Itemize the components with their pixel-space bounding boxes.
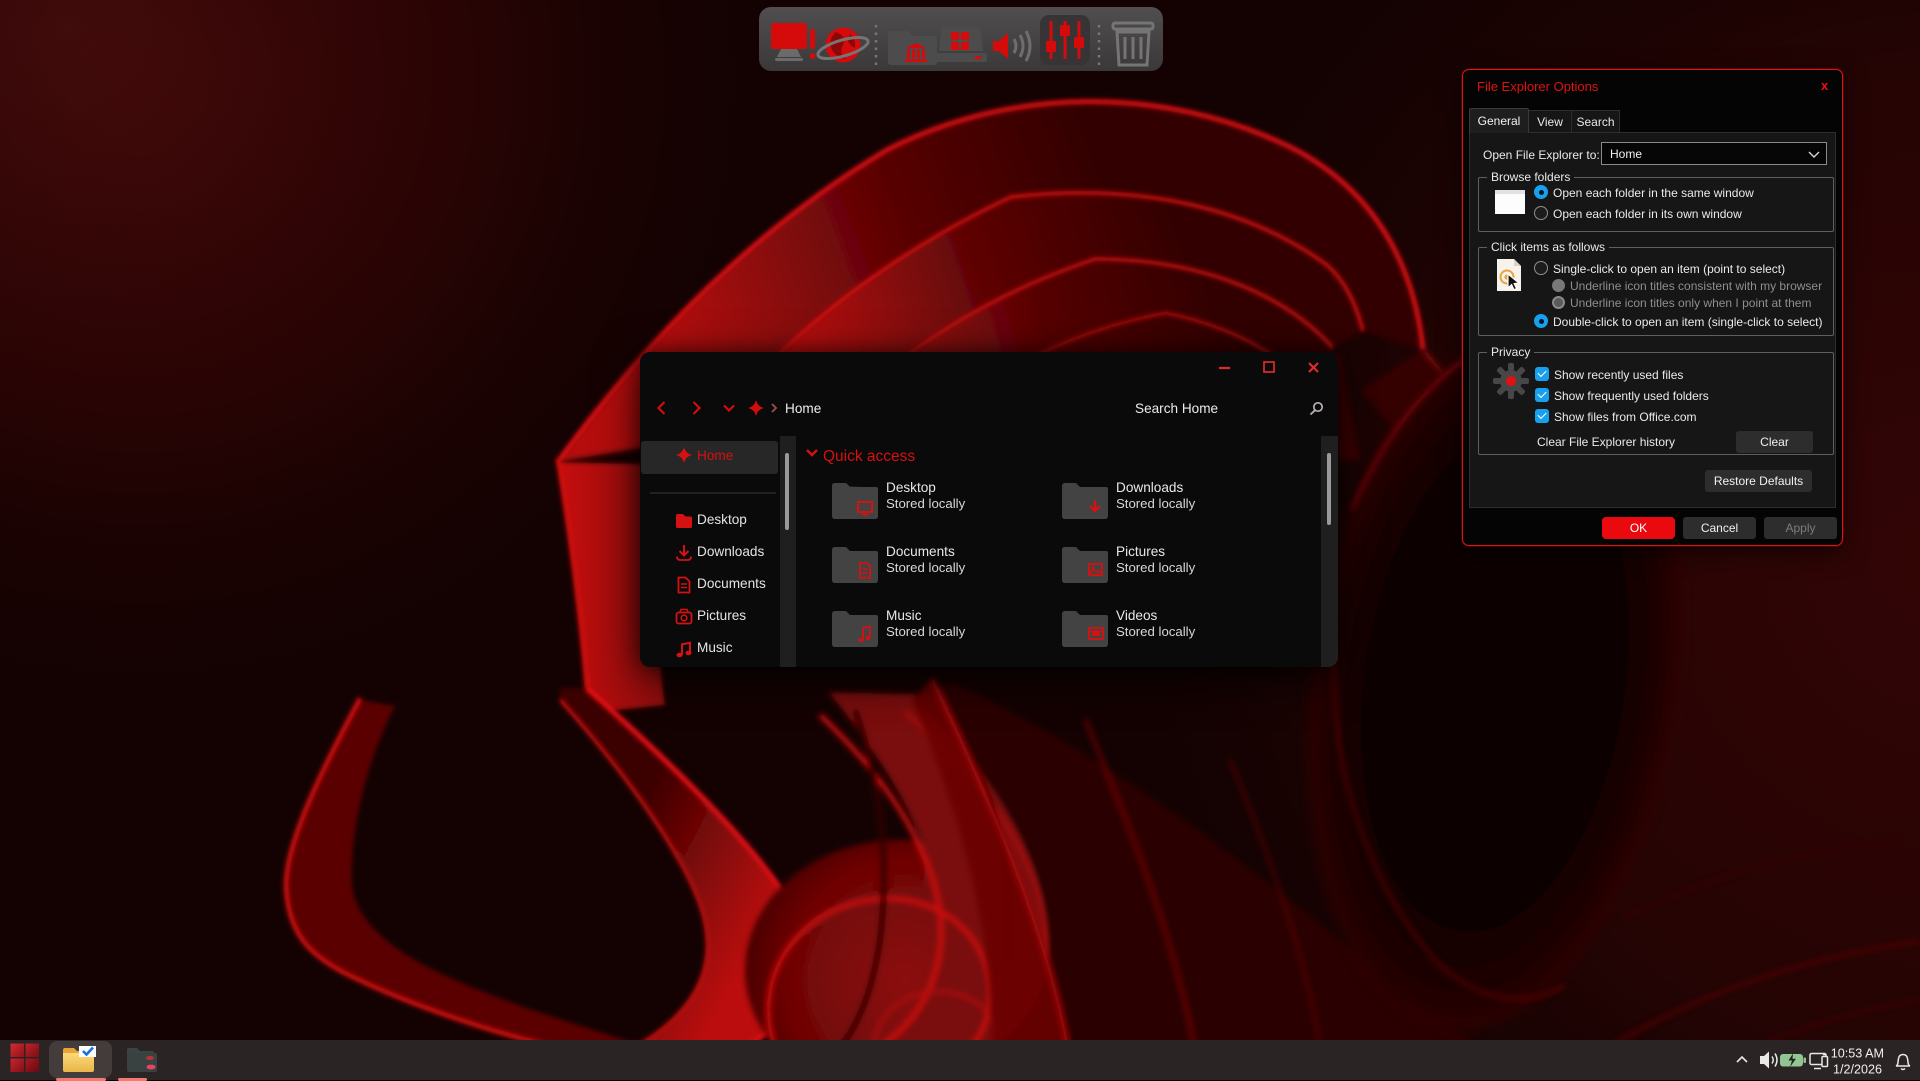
svg-text:Home: Home — [697, 448, 733, 463]
svg-text:Desktop: Desktop — [697, 512, 747, 527]
svg-text:Home: Home — [785, 401, 821, 416]
svg-text:1/2/2026: 1/2/2026 — [1833, 1063, 1882, 1077]
svg-text:Downloads: Downloads — [697, 544, 764, 559]
svg-text:Documents: Documents — [697, 576, 766, 591]
svg-text:Desktop: Desktop — [886, 480, 936, 495]
svg-text:Music: Music — [697, 640, 733, 655]
svg-text:10:53 AM: 10:53 AM — [1831, 1047, 1884, 1061]
svg-text:Quick access: Quick access — [823, 448, 915, 465]
svg-text:Stored locally: Stored locally — [886, 560, 966, 575]
svg-text:Stored locally: Stored locally — [1116, 624, 1196, 639]
svg-text:Stored locally: Stored locally — [1116, 560, 1196, 575]
svg-text:Stored locally: Stored locally — [886, 624, 966, 639]
svg-text:Stored locally: Stored locally — [1116, 496, 1196, 511]
svg-text:Pictures: Pictures — [1116, 544, 1165, 559]
svg-text:Documents: Documents — [886, 544, 955, 559]
svg-text:Pictures: Pictures — [697, 608, 746, 623]
svg-text:Music: Music — [886, 608, 922, 623]
svg-text:Stored locally: Stored locally — [886, 496, 966, 511]
svg-text:Videos: Videos — [1116, 608, 1158, 623]
svg-text:Search Home: Search Home — [1135, 401, 1218, 416]
svg-text:Downloads: Downloads — [1116, 480, 1183, 495]
